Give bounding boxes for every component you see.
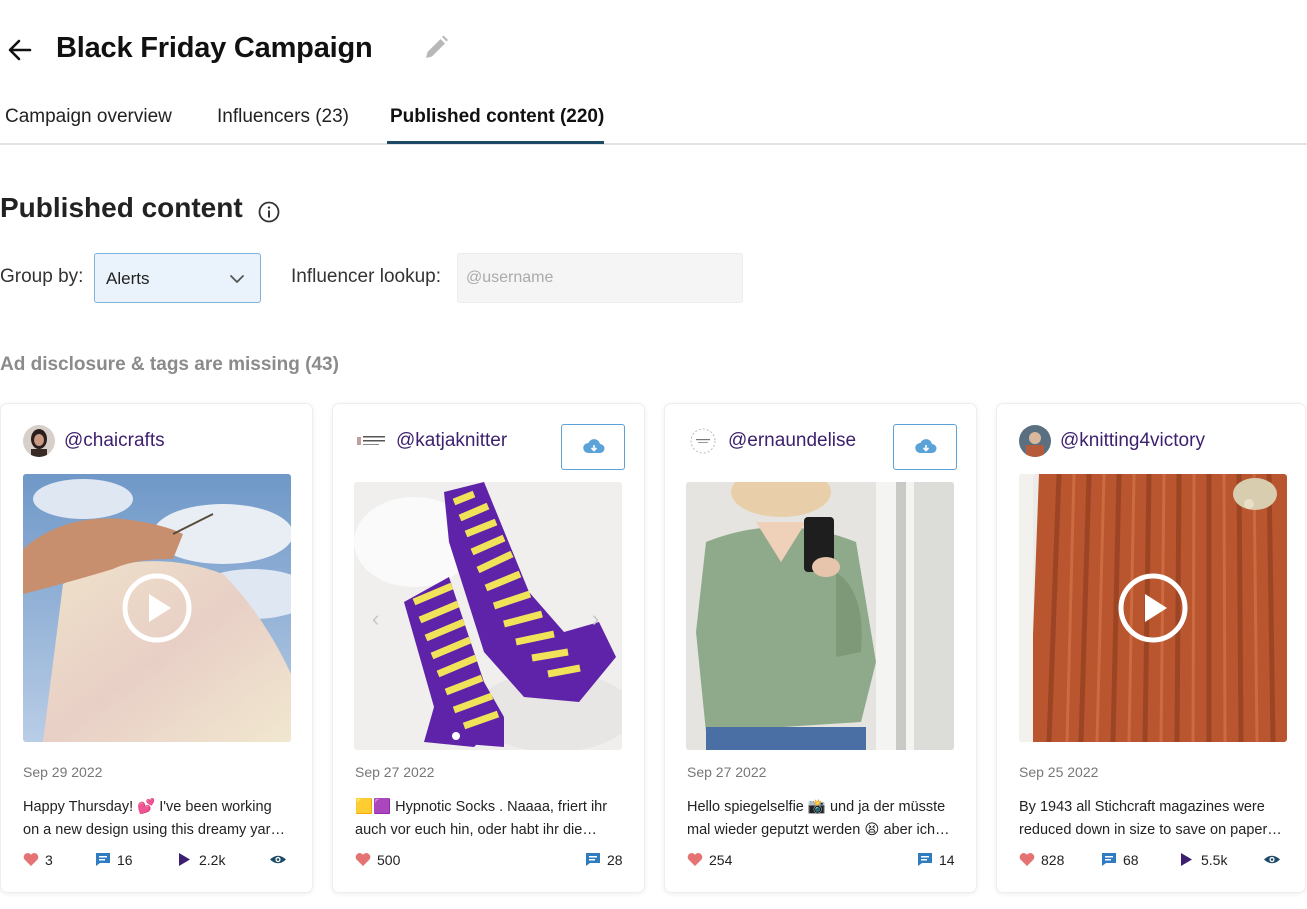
tab-influencers[interactable]: Influencers (23) (217, 106, 349, 128)
caption-line: By 1943 all Stichcraft magazines were (1019, 799, 1265, 815)
likes-count: 828 (1041, 852, 1065, 868)
caption-line: 🟨🟪 Hypnotic Socks . Naaaa, friert ihr (355, 799, 608, 815)
comments-count: 14 (939, 852, 955, 868)
content-card: @knitting4victory Sep 25 2022 By 1943 al… (997, 404, 1305, 892)
cloud-download-icon (583, 439, 605, 453)
info-icon[interactable] (257, 200, 281, 224)
page-title: Black Friday Campaign (56, 32, 373, 64)
card-header: @ernaundelise (687, 424, 957, 470)
likes-count: 500 (377, 852, 401, 868)
post-media[interactable] (23, 474, 291, 742)
carousel-prev-arrow[interactable]: ‹ (372, 606, 379, 632)
comment-icon (586, 853, 600, 866)
comments-count: 28 (607, 852, 623, 868)
content-card: @chaicrafts Sep 29 2022 Happy Thursday! … (1, 404, 312, 892)
play-icon[interactable] (121, 572, 193, 644)
caption-line: Happy Thursday! 💕 I've been working (23, 799, 272, 815)
heart-icon (687, 853, 703, 866)
play-count-icon (1181, 853, 1192, 866)
plays-count: 2.2k (199, 852, 226, 868)
likes-count: 3 (45, 852, 53, 868)
eye-icon (1264, 855, 1280, 864)
post-caption: Hello spiegelselfie 📸 und ja der müsste … (687, 796, 957, 842)
comment-icon (918, 853, 932, 866)
comment-icon (96, 853, 110, 866)
avatar[interactable] (1019, 425, 1051, 457)
group-by-value: Alerts (106, 269, 150, 288)
page-header: Black Friday Campaign (0, 22, 1307, 78)
group-heading: Ad disclosure & tags are missing (43) (0, 354, 339, 375)
post-media[interactable] (686, 482, 954, 750)
likes-count: 254 (709, 852, 733, 868)
influencer-username[interactable]: @chaicrafts (64, 430, 165, 452)
play-count-icon (179, 853, 190, 866)
avatar[interactable] (23, 425, 55, 457)
content-card: @ernaundelise Sep 27 2022 Hello spiegels… (665, 404, 976, 892)
content-card: @katjaknitter ‹ › Sep 27 2022 🟨🟪 Hypnoti… (333, 404, 644, 892)
post-caption: 🟨🟪 Hypnotic Socks . Naaaa, friert ihr au… (355, 796, 625, 842)
carousel-dot[interactable] (452, 732, 460, 740)
comments-count: 16 (117, 852, 133, 868)
play-icon[interactable] (1117, 572, 1189, 644)
caption-line: reduced down in size to save on paper… (1019, 822, 1282, 838)
card-header: @knitting4victory (1019, 424, 1289, 458)
heart-icon (23, 853, 39, 866)
caption-line: Hello spiegelselfie 📸 und ja der müsste (687, 799, 946, 815)
post-stats: 828 68 5.5k (1019, 850, 1287, 870)
comment-icon (1102, 853, 1116, 866)
post-stats: 254 14 (687, 850, 955, 870)
post-media[interactable] (1019, 474, 1287, 742)
influencer-lookup-label: Influencer lookup: (291, 266, 441, 287)
caption-line: auch vor euch hin, oder habt ihr die… (355, 822, 597, 838)
group-by-select[interactable]: Alerts (94, 253, 261, 303)
chevron-down-icon (228, 270, 246, 288)
post-media[interactable]: ‹ › (354, 482, 622, 750)
card-header: @katjaknitter (355, 424, 625, 470)
active-tab-indicator (387, 141, 604, 144)
post-caption: Happy Thursday! 💕 I've been working on a… (23, 796, 293, 842)
heart-icon (1019, 853, 1035, 866)
section-title: Published content (0, 192, 243, 223)
download-button[interactable] (561, 424, 625, 470)
eye-icon (270, 855, 286, 864)
avatar[interactable] (355, 425, 387, 457)
post-stats: 3 16 2.2k (23, 850, 291, 870)
download-button[interactable] (893, 424, 957, 470)
post-date: Sep 27 2022 (355, 764, 435, 780)
carousel-next-arrow[interactable]: › (592, 606, 599, 632)
edit-pencil-icon[interactable] (420, 32, 452, 64)
group-by-label: Group by: (0, 266, 84, 287)
influencer-username[interactable]: @knitting4victory (1060, 430, 1205, 452)
post-date: Sep 29 2022 (23, 764, 103, 780)
back-arrow-icon[interactable] (4, 34, 36, 66)
post-date: Sep 27 2022 (687, 764, 767, 780)
post-stats: 500 28 (355, 850, 623, 870)
plays-count: 5.5k (1201, 852, 1228, 868)
tab-published-content[interactable]: Published content (220) (390, 106, 604, 128)
heart-icon (355, 853, 371, 866)
influencer-username[interactable]: @katjaknitter (396, 430, 507, 452)
caption-line: on a new design using this dreamy yar… (23, 822, 285, 838)
influencer-lookup-input[interactable] (457, 253, 743, 303)
avatar[interactable] (687, 425, 719, 457)
tab-bar: Campaign overview Influencers (23) Publi… (0, 100, 1307, 145)
caption-line: mal wieder geputzt werden 😫 aber ich… (687, 822, 950, 838)
tab-campaign-overview[interactable]: Campaign overview (5, 106, 172, 128)
post-date: Sep 25 2022 (1019, 764, 1099, 780)
comments-count: 68 (1123, 852, 1139, 868)
cloud-download-icon (915, 439, 937, 453)
influencer-username[interactable]: @ernaundelise (728, 430, 856, 452)
post-caption: By 1943 all Stichcraft magazines were re… (1019, 796, 1289, 842)
card-header: @chaicrafts (23, 424, 293, 458)
